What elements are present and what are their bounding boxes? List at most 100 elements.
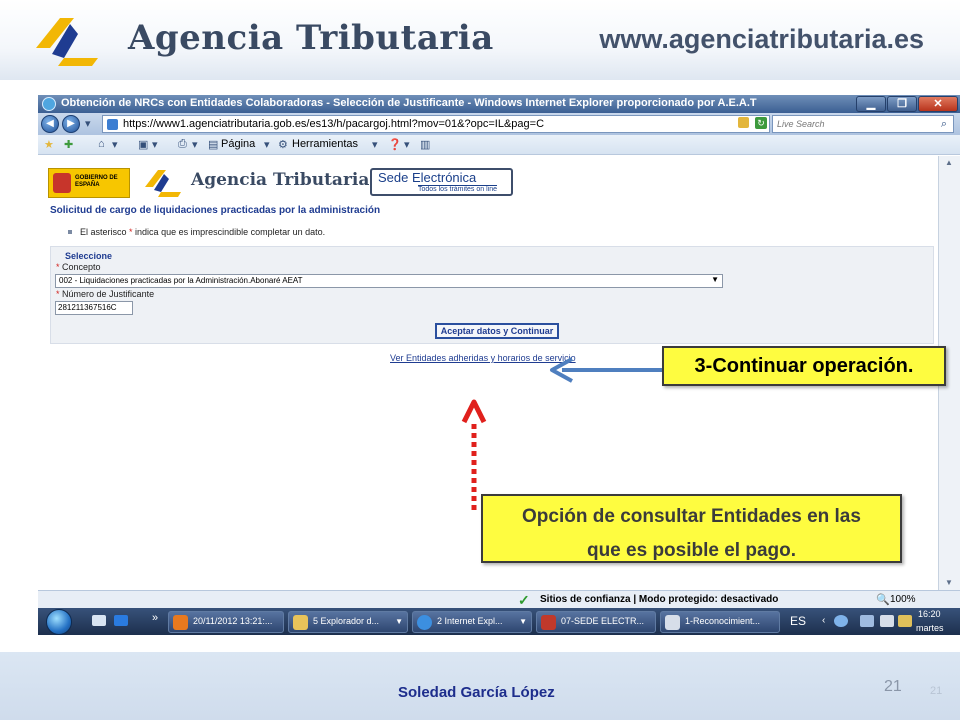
- accept-continue-button[interactable]: Aceptar datos y Continuar: [435, 323, 559, 339]
- page-dropdown-icon[interactable]: ▾: [264, 138, 270, 151]
- site-header: GOBIERNO DE ESPAÑA Agencia Tributaria Se…: [48, 166, 928, 200]
- url-input[interactable]: https://www1.agenciatributaria.gob.es/es…: [102, 115, 770, 133]
- address-bar: ◀ ▶ ▾ https://www1.agenciatributaria.gob…: [38, 113, 960, 135]
- show-desktop-icon[interactable]: [92, 615, 106, 626]
- forward-arrow-icon[interactable]: ▶: [62, 115, 80, 133]
- minimize-button[interactable]: ▁: [856, 96, 886, 112]
- internet-explorer-icon: [42, 97, 56, 111]
- chevron-down-icon[interactable]: ▼: [711, 275, 719, 284]
- taskbar-item-label: 07-SEDE ELECTR...: [561, 616, 645, 626]
- government-badge: GOBIERNO DE ESPAÑA: [48, 168, 130, 198]
- justificante-label-text: Número de Justificante: [62, 289, 155, 299]
- research-icon[interactable]: ▥: [420, 138, 430, 151]
- feeds-dropdown-icon[interactable]: ▾: [152, 138, 158, 151]
- maximize-button[interactable]: ❐: [887, 96, 917, 112]
- refresh-icon[interactable]: ↻: [755, 117, 767, 129]
- close-button[interactable]: ✕: [918, 96, 958, 112]
- sede-subtitle: Todos los trámites on line: [418, 185, 497, 193]
- search-input[interactable]: Live Search ⌕: [772, 115, 954, 133]
- language-indicator[interactable]: ES: [790, 614, 806, 628]
- agency-logo-icon: [36, 18, 98, 66]
- back-arrow-icon[interactable]: ◀: [41, 115, 59, 133]
- network-icon[interactable]: [860, 615, 874, 627]
- site-logo-icon: [145, 170, 181, 197]
- switch-windows-icon[interactable]: [114, 615, 128, 626]
- chevron-down-icon: ▼: [519, 617, 527, 626]
- start-button[interactable]: [46, 609, 72, 635]
- help-dropdown-icon[interactable]: ▾: [404, 138, 410, 151]
- concepto-select[interactable]: 002 - Liquidaciones practicadas por la A…: [55, 274, 723, 288]
- entities-callout-line2: que es posible el pago.: [586, 540, 797, 561]
- continue-callout-text: 3-Continuar operación.: [694, 355, 914, 377]
- coat-of-arms-icon: [53, 173, 71, 193]
- taskbar-item-label: 2 Internet Expl...: [437, 616, 503, 626]
- lock-icon[interactable]: [738, 117, 749, 128]
- taskbar-item-label: 1-Reconocimient...: [685, 616, 761, 626]
- note-bullet-icon: [68, 230, 72, 234]
- tools-dropdown-icon[interactable]: ▾: [372, 138, 378, 151]
- taskbar-more-icon[interactable]: »: [152, 612, 158, 624]
- home-dropdown-icon[interactable]: ▾: [112, 138, 118, 151]
- document-icon: [541, 615, 556, 630]
- presentation-app-icon: [173, 615, 188, 630]
- search-placeholder: Live Search: [777, 119, 825, 129]
- scroll-up-icon[interactable]: ▲: [945, 158, 953, 167]
- required-note: El asterisco * indica que es imprescindi…: [80, 227, 325, 237]
- required-marker: *: [56, 262, 60, 272]
- clock-time[interactable]: 16:20: [918, 609, 941, 619]
- help-icon[interactable]: ❓: [388, 138, 402, 151]
- url-text: https://www1.agenciatributaria.gob.es/es…: [123, 118, 545, 130]
- page-menu[interactable]: Página: [221, 138, 255, 150]
- page-menu-icon[interactable]: ▤: [208, 138, 218, 151]
- tools-gear-icon[interactable]: ⚙: [278, 138, 288, 151]
- concepto-label-text: Concepto: [62, 262, 101, 272]
- zoom-icon[interactable]: 🔍: [876, 593, 890, 606]
- page-favicon-icon: [107, 119, 118, 130]
- command-bar: ★ ✚ ⌂ ▾ ▣ ▾ ⎙ ▾ ▤ Página ▾ ⚙ Herramienta…: [38, 135, 960, 155]
- taskbar-item-explorer[interactable]: 5 Explorador d... ▼: [288, 611, 408, 633]
- taskbar-item-label: 20/11/2012 13:21:...: [193, 616, 273, 626]
- concepto-selected-value: 002 - Liquidaciones practicadas por la A…: [59, 276, 303, 285]
- volume-icon[interactable]: [880, 615, 894, 627]
- print-icon[interactable]: ⎙: [178, 138, 187, 151]
- page-number: 21: [884, 678, 902, 695]
- scroll-down-icon[interactable]: ▼: [945, 578, 953, 587]
- taskbar-item-internet-explorer[interactable]: 2 Internet Expl... ▼: [412, 611, 532, 633]
- justificante-label: * Número de Justificante: [56, 289, 154, 299]
- browser-titlebar: Obtención de NRCs con Entidades Colabora…: [38, 95, 960, 113]
- sede-title: Sede Electrónica: [378, 170, 477, 185]
- checkmark-icon: ✓: [518, 592, 530, 608]
- taskbar-item-reconocimiento[interactable]: 1-Reconocimient...: [660, 611, 780, 633]
- zoom-level[interactable]: 100%: [890, 594, 916, 605]
- clock-day[interactable]: martes: [916, 623, 944, 633]
- sede-electronica-link[interactable]: Sede Electrónica Todos los trámites on l…: [370, 168, 513, 196]
- notification-icon[interactable]: [898, 615, 912, 627]
- note-after: indica que es imprescindible completar u…: [132, 227, 326, 237]
- security-zone-text: Sitios de confianza | Modo protegido: de…: [540, 594, 779, 605]
- tools-menu[interactable]: Herramientas: [292, 138, 358, 150]
- home-icon[interactable]: ⌂: [98, 138, 105, 150]
- required-marker: *: [56, 289, 60, 299]
- government-badge-text: GOBIERNO DE ESPAÑA: [75, 175, 118, 188]
- internet-explorer-icon: [417, 615, 432, 630]
- search-icon[interactable]: ⌕: [941, 118, 947, 131]
- entities-schedule-link[interactable]: Ver Entidades adheridas y horarios de se…: [390, 353, 576, 363]
- windows-taskbar: » 20/11/2012 13:21:... 5 Explorador d...…: [38, 608, 960, 635]
- chevron-down-icon: ▼: [395, 617, 403, 626]
- panel-heading: Seleccione: [65, 251, 113, 261]
- taskbar-item-label: 5 Explorador d...: [313, 616, 380, 626]
- favorites-star-icon[interactable]: ★: [44, 138, 54, 151]
- add-favorites-icon[interactable]: ✚: [64, 138, 73, 151]
- header-title: Agencia Tributaria: [128, 18, 494, 58]
- taskbar-item-powerpoint[interactable]: 20/11/2012 13:21:...: [168, 611, 284, 633]
- taskbar-item-sede-document[interactable]: 07-SEDE ELECTR...: [536, 611, 656, 633]
- history-dropdown-icon[interactable]: ▾: [85, 117, 91, 130]
- feeds-icon[interactable]: ▣: [138, 138, 148, 151]
- tray-app-icon[interactable]: [834, 615, 848, 627]
- print-dropdown-icon[interactable]: ▾: [192, 138, 198, 151]
- browser-title: Obtención de NRCs con Entidades Colabora…: [61, 97, 757, 109]
- note-before: El asterisco: [80, 227, 130, 237]
- concepto-label: * Concepto: [56, 262, 101, 272]
- entities-callout: Opción de consultar Entidades en las que…: [481, 494, 902, 563]
- justificante-input[interactable]: 281211367516C: [55, 301, 133, 315]
